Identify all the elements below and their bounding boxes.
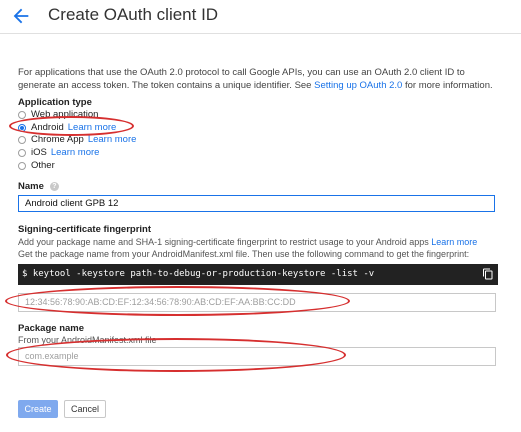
name-label: Name? xyxy=(18,181,59,192)
radio-label: Chrome App xyxy=(31,134,84,145)
package-name-input[interactable]: com.example xyxy=(18,347,496,366)
package-name-label: Package name xyxy=(18,323,85,334)
ios-learn-more-link[interactable]: Learn more xyxy=(51,147,100,158)
signing-certificate-label: Signing-certificate fingerprint xyxy=(18,224,152,235)
radio-label: Web application xyxy=(31,109,99,120)
page-title: Create OAuth client ID xyxy=(48,5,219,24)
signing-instructions: Get the package name from your AndroidMa… xyxy=(18,249,470,259)
radio-label: iOS xyxy=(31,147,47,158)
radio-chrome-app[interactable]: Chrome App Learn more xyxy=(18,133,136,146)
radio-label: Other xyxy=(31,160,55,171)
radio-web-application[interactable]: Web application xyxy=(18,108,98,121)
radio-button[interactable] xyxy=(18,110,26,119)
package-description: From your AndroidManifest.xml file xyxy=(18,335,157,345)
signing-learn-more-link[interactable]: Learn more xyxy=(431,237,477,247)
back-arrow-icon[interactable] xyxy=(10,5,32,27)
chrome-learn-more-link[interactable]: Learn more xyxy=(88,134,137,145)
intro-suffix: for more information. xyxy=(402,80,493,91)
intro-text: For applications that use the OAuth 2.0 … xyxy=(18,66,498,92)
fingerprint-input[interactable]: 12:34:56:78:90:AB:CD:EF:12:34:56:78:90:A… xyxy=(18,293,496,312)
name-label-text: Name xyxy=(18,181,44,192)
radio-label: Android xyxy=(31,122,64,133)
help-icon[interactable]: ? xyxy=(49,181,59,191)
radio-button-selected[interactable] xyxy=(18,123,26,132)
radio-other[interactable]: Other xyxy=(18,159,55,172)
header: Create OAuth client ID xyxy=(0,0,521,34)
radio-button[interactable] xyxy=(18,161,26,170)
create-button[interactable]: Create xyxy=(18,400,58,418)
radio-button[interactable] xyxy=(18,148,26,157)
application-type-label: Application type xyxy=(18,97,92,108)
cancel-button[interactable]: Cancel xyxy=(64,400,106,418)
signing-description: Add your package name and SHA-1 signing-… xyxy=(18,236,477,248)
copy-icon[interactable] xyxy=(482,268,494,280)
android-learn-more-link[interactable]: Learn more xyxy=(68,122,117,133)
name-input[interactable]: Android client GPB 12 xyxy=(18,195,495,212)
command-text: $ keytool -keystore path-to-debug-or-pro… xyxy=(22,269,375,279)
signing-desc-text: Add your package name and SHA-1 signing-… xyxy=(18,237,432,247)
radio-button[interactable] xyxy=(18,135,26,144)
radio-ios[interactable]: iOS Learn more xyxy=(18,146,99,159)
keytool-command: $ keytool -keystore path-to-debug-or-pro… xyxy=(18,264,498,285)
setting-up-oauth-link[interactable]: Setting up OAuth 2.0 xyxy=(314,80,402,91)
